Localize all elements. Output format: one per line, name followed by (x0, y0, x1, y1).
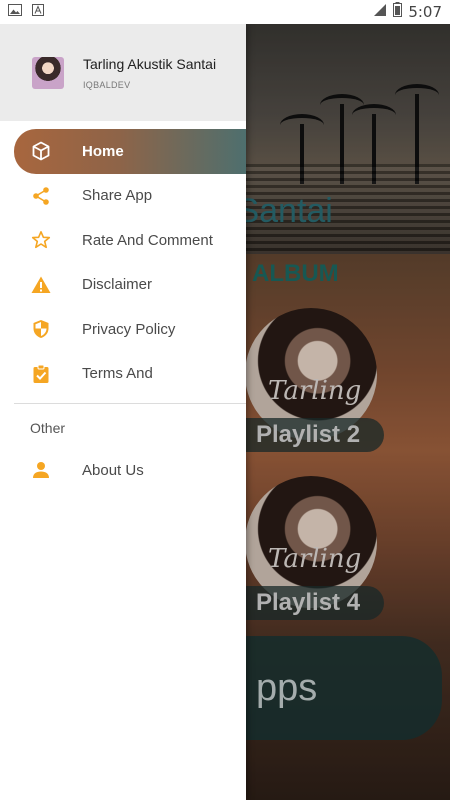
star-icon (30, 229, 52, 251)
section-title-other: Other (30, 420, 66, 436)
share-icon (30, 185, 52, 207)
menu-item-disclaimer[interactable]: Disclaimer (0, 263, 246, 308)
menu-item-label: About Us (82, 461, 144, 479)
menu-item-label: Terms And (82, 365, 153, 383)
menu-item-about-us[interactable]: About Us (0, 448, 246, 493)
navigation-drawer: Tarling Akustik Santai IQBALDEV Home Sha… (0, 24, 246, 800)
image-icon (8, 3, 22, 21)
text-a-icon (32, 3, 44, 21)
avatar (32, 56, 64, 89)
drawer-menu: Home Share App Rate And Comment Disclaim… (0, 129, 246, 493)
menu-item-label: Disclaimer (82, 276, 153, 294)
menu-item-label: Home (82, 142, 124, 160)
cube-icon (30, 140, 52, 162)
menu-item-privacy-policy[interactable]: Privacy Policy (0, 307, 246, 352)
shield-icon (30, 318, 52, 340)
menu-item-home[interactable]: Home (14, 129, 246, 174)
status-bar: 5:07 (0, 0, 450, 24)
menu-item-rate-and-comment[interactable]: Rate And Comment (0, 218, 246, 263)
developer-name: IQBALDEV (83, 79, 131, 90)
menu-item-label: Share App (82, 187, 153, 205)
app-name: Tarling Akustik Santai (83, 55, 217, 72)
menu-item-terms[interactable]: Terms And (0, 352, 246, 397)
person-icon (30, 459, 52, 481)
signal-icon (373, 3, 387, 22)
menu-item-share-app[interactable]: Share App (0, 174, 246, 219)
menu-item-label: Privacy Policy (82, 320, 176, 338)
menu-item-label: Rate And Comment (82, 231, 213, 249)
warning-icon (30, 274, 52, 296)
clock: 5:07 (408, 3, 442, 21)
drawer-header: Tarling Akustik Santai IQBALDEV (0, 24, 246, 121)
battery-icon (393, 2, 403, 22)
clipboard-check-icon (30, 363, 52, 385)
